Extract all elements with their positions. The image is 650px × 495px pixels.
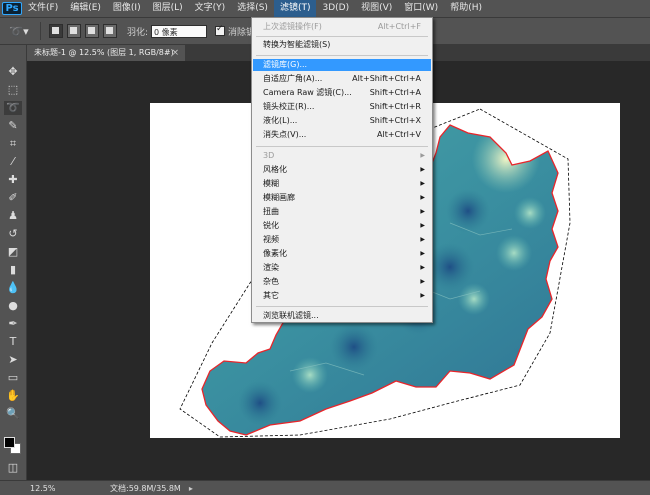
shape-tool-icon[interactable]: ▭ <box>4 371 22 385</box>
quick-select-tool-icon[interactable]: ✎ <box>4 119 22 133</box>
antialias-checkbox[interactable] <box>215 24 226 36</box>
dodge-tool-icon[interactable]: ● <box>4 299 22 313</box>
feather-input[interactable]: 0 像素 <box>151 24 208 38</box>
menu-file[interactable]: 文件(F) <box>22 0 64 17</box>
menu-item-stylize[interactable]: 风格化 ▶ <box>253 164 431 176</box>
menu-item-noise[interactable]: 杂色 ▶ <box>253 276 431 288</box>
path-selection-tool-icon[interactable]: ➤ <box>4 353 22 367</box>
hand-tool-icon[interactable]: ✋ <box>4 389 22 403</box>
menu-select[interactable]: 选择(S) <box>231 0 274 17</box>
divider <box>40 22 41 40</box>
menu-item-distort[interactable]: 扭曲 ▶ <box>253 206 431 218</box>
intersect-selection-icon[interactable] <box>103 24 117 38</box>
pen-tool-icon[interactable]: ✒ <box>4 317 22 331</box>
menu-window[interactable]: 窗口(W) <box>398 0 444 17</box>
toolbox: ✥ ⬚ ➰ ✎ ⌗ ⁄ ✚ ✐ ♟ ↺ ◩ ▮ 💧 ● ✒ T ➤ ▭ ✋ 🔍 … <box>0 45 27 480</box>
menu-item-pixelate[interactable]: 像素化 ▶ <box>253 248 431 260</box>
photoshop-logo: Ps <box>2 2 22 15</box>
menu-layer[interactable]: 图层(L) <box>147 0 189 17</box>
menu-item-3d: 3D ▶ <box>263 151 425 160</box>
document-tab-title: 未标题-1 @ 12.5% (图层 1, RGB/8#) <box>34 48 174 57</box>
menu-item-liquify[interactable]: 液化(L)... Shift+Ctrl+X <box>253 115 431 127</box>
clone-stamp-tool-icon[interactable]: ♟ <box>4 209 22 223</box>
healing-brush-tool-icon[interactable]: ✚ <box>4 173 22 187</box>
subtract-selection-icon[interactable] <box>85 24 99 38</box>
menu-filter[interactable]: 滤镜(T) <box>273 0 317 17</box>
status-bar: 12.5% 文档:59.8M/35.8M ▸ <box>0 480 650 495</box>
menu-item-sharpen[interactable]: 锐化 ▶ <box>253 220 431 232</box>
menu-item-adaptive-wide-angle[interactable]: 自适应广角(A)... Alt+Shift+Ctrl+A <box>253 73 431 85</box>
menu-item-video[interactable]: 视频 ▶ <box>253 234 431 246</box>
menu-image[interactable]: 图像(I) <box>107 0 147 17</box>
menu-item-blur[interactable]: 模糊 ▶ <box>253 178 431 190</box>
new-selection-icon[interactable] <box>49 24 63 38</box>
menu-help[interactable]: 帮助(H) <box>444 0 488 17</box>
menu-view[interactable]: 视图(V) <box>355 0 398 17</box>
gradient-tool-icon[interactable]: ▮ <box>4 263 22 277</box>
menu-item-last-filter: 上次滤镜操作(F) Alt+Ctrl+F <box>263 22 421 31</box>
add-selection-icon[interactable] <box>67 24 81 38</box>
zoom-level[interactable]: 12.5% <box>30 484 70 493</box>
lasso-tool-preset-icon[interactable]: ➰▾ <box>4 21 34 41</box>
blur-tool-icon[interactable]: 💧 <box>4 281 22 295</box>
menu-edit[interactable]: 编辑(E) <box>64 0 107 17</box>
menu-item-other[interactable]: 其它 ▶ <box>253 290 431 302</box>
brush-tool-icon[interactable]: ✐ <box>4 191 22 205</box>
document-tab[interactable]: 未标题-1 @ 12.5% (图层 1, RGB/8#) × <box>27 45 185 61</box>
lasso-tool-icon[interactable]: ➰ <box>4 101 22 115</box>
document-size: 文档:59.8M/35.8M <box>110 483 181 493</box>
type-tool-icon[interactable]: T <box>4 335 22 349</box>
move-tool-icon[interactable]: ✥ <box>4 65 22 79</box>
menu-item-smart-filter[interactable]: 转换为智能滤镜(S) <box>253 39 431 51</box>
foreground-color-swatch[interactable] <box>4 437 15 448</box>
filter-menu: 上次滤镜操作(F) Alt+Ctrl+F 转换为智能滤镜(S) 滤镜库(G)...… <box>251 17 433 323</box>
menu-type[interactable]: 文字(Y) <box>189 0 232 17</box>
close-icon[interactable]: × <box>171 45 179 61</box>
menu-item-browse-online[interactable]: 浏览联机滤镜... <box>253 310 431 322</box>
menu-item-blur-gallery[interactable]: 模糊画廊 ▶ <box>253 192 431 204</box>
feather-label: 羽化: <box>127 27 149 38</box>
menu-item-filter-gallery[interactable]: 滤镜库(G)... <box>253 59 431 71</box>
zoom-tool-icon[interactable]: 🔍 <box>4 407 22 421</box>
menu-item-lens-correction[interactable]: 镜头校正(R)... Shift+Ctrl+R <box>253 101 431 113</box>
eraser-tool-icon[interactable]: ◩ <box>4 245 22 259</box>
chevron-right-icon[interactable]: ▸ <box>189 484 193 493</box>
marquee-tool-icon[interactable]: ⬚ <box>4 83 22 97</box>
menu-item-vanishing-point[interactable]: 消失点(V)... Alt+Ctrl+V <box>253 129 431 141</box>
quick-mask-icon[interactable]: ◫ <box>4 461 22 475</box>
menu-3d[interactable]: 3D(D) <box>316 0 355 17</box>
eyedropper-tool-icon[interactable]: ⁄ <box>4 155 22 169</box>
menu-item-camera-raw[interactable]: Camera Raw 滤镜(C)... Shift+Ctrl+A <box>253 87 431 99</box>
crop-tool-icon[interactable]: ⌗ <box>4 137 22 151</box>
history-brush-tool-icon[interactable]: ↺ <box>4 227 22 241</box>
menu-bar: Ps 文件(F) 编辑(E) 图像(I) 图层(L) 文字(Y) 选择(S) 滤… <box>0 0 650 17</box>
menu-item-render[interactable]: 渲染 ▶ <box>253 262 431 274</box>
